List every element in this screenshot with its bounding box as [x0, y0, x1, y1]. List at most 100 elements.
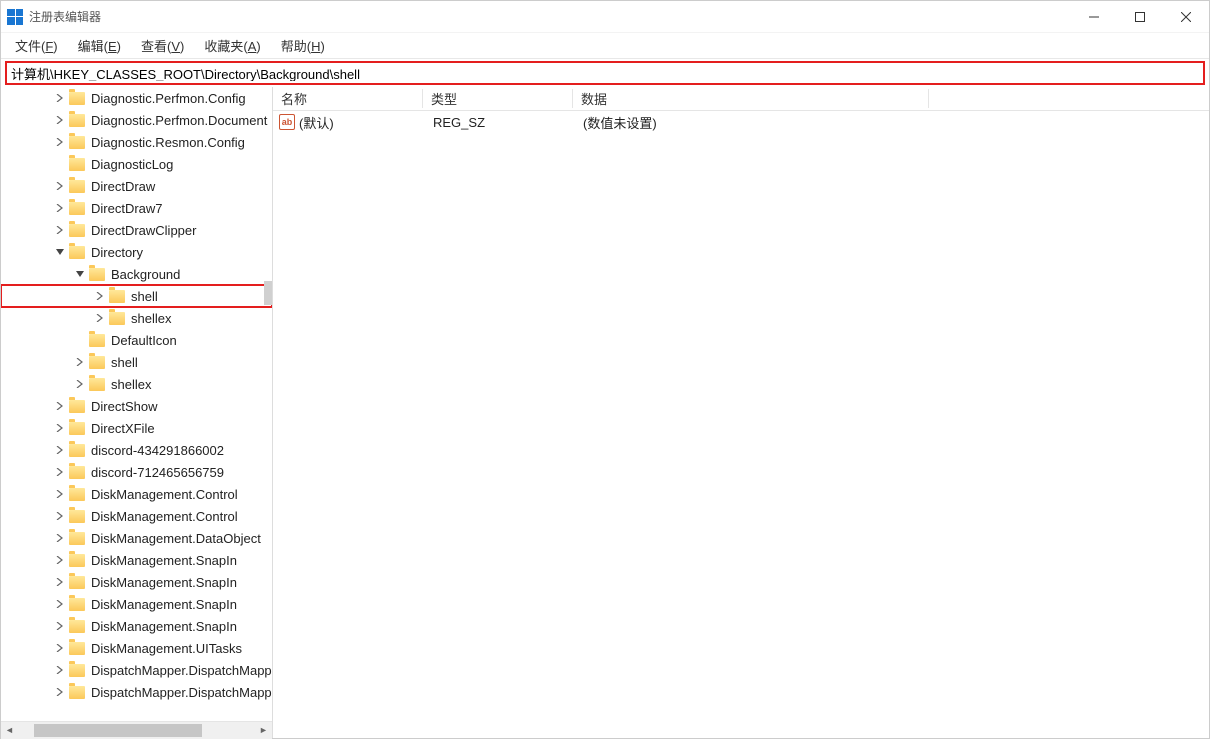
tree-item-label: shell	[111, 355, 138, 370]
chevron-right-icon[interactable]	[53, 91, 67, 105]
tree-item-diskmanagement-snapin[interactable]: DiskManagement.SnapIn	[1, 549, 272, 571]
chevron-right-icon[interactable]	[53, 641, 67, 655]
tree-item-diagnostic-perfmon-config[interactable]: Diagnostic.Perfmon.Config	[1, 87, 272, 109]
column-header-data[interactable]: 数据	[573, 89, 929, 108]
chevron-down-icon[interactable]	[73, 267, 87, 281]
chevron-right-icon[interactable]	[53, 685, 67, 699]
tree-item-diskmanagement-control[interactable]: DiskManagement.Control	[1, 505, 272, 527]
tree-item-shellex[interactable]: shellex	[1, 373, 272, 395]
values-list[interactable]: ab(默认)REG_SZ(数值未设置)	[273, 111, 1209, 738]
v-scrollbar-thumb[interactable]	[264, 281, 272, 305]
tree-item-directshow[interactable]: DirectShow	[1, 395, 272, 417]
tree-item-label: DirectDraw	[91, 179, 155, 194]
tree-item-label: DiskManagement.DataObject	[91, 531, 261, 546]
chevron-right-icon[interactable]	[53, 619, 67, 633]
tree-item-label: DiskManagement.SnapIn	[91, 597, 237, 612]
chevron-right-icon[interactable]	[53, 575, 67, 589]
folder-icon	[69, 158, 85, 171]
tree-item-diskmanagement-snapin[interactable]: DiskManagement.SnapIn	[1, 571, 272, 593]
chevron-right-icon[interactable]	[53, 531, 67, 545]
column-header-name[interactable]: 名称	[273, 89, 423, 108]
value-row[interactable]: ab(默认)REG_SZ(数值未设置)	[273, 111, 1209, 133]
address-bar[interactable]	[5, 61, 1205, 85]
tree-item-label: DiskManagement.SnapIn	[91, 619, 237, 634]
chevron-right-icon[interactable]	[73, 355, 87, 369]
tree-item-diskmanagement-snapin[interactable]: DiskManagement.SnapIn	[1, 593, 272, 615]
h-scrollbar-track[interactable]	[18, 722, 255, 739]
tree-item-dispatchmapper-dispatchmapper[interactable]: DispatchMapper.DispatchMapper	[1, 681, 272, 703]
chevron-right-icon[interactable]	[53, 399, 67, 413]
tree-item-discord-434291866002[interactable]: discord-434291866002	[1, 439, 272, 461]
chevron-right-icon[interactable]	[53, 135, 67, 149]
tree-scroll[interactable]: Diagnostic.Perfmon.Config Diagnostic.Perf…	[1, 87, 272, 721]
chevron-right-icon[interactable]	[93, 289, 107, 303]
chevron-right-icon[interactable]	[53, 597, 67, 611]
tree-item-label: DiskManagement.Control	[91, 487, 238, 502]
close-button[interactable]	[1163, 1, 1209, 33]
tree-item-directdraw7[interactable]: DirectDraw7	[1, 197, 272, 219]
chevron-right-icon[interactable]	[53, 201, 67, 215]
h-scrollbar-thumb[interactable]	[34, 724, 202, 737]
chevron-right-icon[interactable]	[53, 179, 67, 193]
tree-item-directxfile[interactable]: DirectXFile	[1, 417, 272, 439]
h-scrollbar[interactable]: ◄ ►	[1, 721, 272, 738]
main-area: Diagnostic.Perfmon.Config Diagnostic.Perf…	[1, 87, 1209, 738]
menu-favorites[interactable]: 收藏夹(A)	[196, 34, 268, 57]
value-data: (数值未设置)	[575, 113, 1209, 132]
tree-item-defaulticon[interactable]: DefaultIcon	[1, 329, 272, 351]
minimize-button[interactable]	[1071, 1, 1117, 33]
folder-icon	[69, 576, 85, 589]
tree-item-dispatchmapper-dispatchmapper[interactable]: DispatchMapper.DispatchMapper	[1, 659, 272, 681]
tree-item-background[interactable]: Background	[1, 263, 272, 285]
tree-item-diagnostic-perfmon-document[interactable]: Diagnostic.Perfmon.Document	[1, 109, 272, 131]
tree-item-diskmanagement-control[interactable]: DiskManagement.Control	[1, 483, 272, 505]
chevron-right-icon[interactable]	[53, 663, 67, 677]
column-headers: 名称 类型 数据	[273, 87, 1209, 111]
folder-icon	[69, 532, 85, 545]
tree-item-label: Diagnostic.Perfmon.Document	[91, 113, 267, 128]
column-header-type[interactable]: 类型	[423, 89, 573, 108]
address-input[interactable]	[11, 66, 1199, 81]
tree-item-shell[interactable]: shell	[1, 285, 272, 307]
tree-item-directdraw[interactable]: DirectDraw	[1, 175, 272, 197]
chevron-right-icon[interactable]	[53, 223, 67, 237]
tree-item-directory[interactable]: Directory	[1, 241, 272, 263]
tree-item-label: DirectDrawClipper	[91, 223, 196, 238]
tree-item-shellex[interactable]: shellex	[1, 307, 272, 329]
tree-item-directdrawclipper[interactable]: DirectDrawClipper	[1, 219, 272, 241]
chevron-down-icon[interactable]	[53, 245, 67, 259]
folder-icon	[69, 466, 85, 479]
scroll-right-button[interactable]: ►	[255, 722, 272, 739]
chevron-right-icon[interactable]	[53, 487, 67, 501]
folder-icon	[69, 686, 85, 699]
folder-icon	[69, 598, 85, 611]
window-title: 注册表编辑器	[29, 8, 101, 25]
chevron-right-icon[interactable]	[53, 553, 67, 567]
maximize-button[interactable]	[1117, 1, 1163, 33]
tree-item-label: DispatchMapper.DispatchMapper	[91, 685, 272, 700]
menu-file[interactable]: 文件(F)	[7, 34, 66, 57]
chevron-right-icon[interactable]	[73, 377, 87, 391]
scroll-left-button[interactable]: ◄	[1, 722, 18, 739]
menu-help[interactable]: 帮助(H)	[273, 34, 333, 57]
tree-item-label: DiskManagement.UITasks	[91, 641, 242, 656]
chevron-right-icon[interactable]	[53, 509, 67, 523]
tree-item-diagnosticlog[interactable]: DiagnosticLog	[1, 153, 272, 175]
chevron-right-icon[interactable]	[53, 443, 67, 457]
tree-item-diagnostic-resmon-config[interactable]: Diagnostic.Resmon.Config	[1, 131, 272, 153]
tree-item-shell[interactable]: shell	[1, 351, 272, 373]
tree-item-diskmanagement-snapin[interactable]: DiskManagement.SnapIn	[1, 615, 272, 637]
menu-edit[interactable]: 编辑(E)	[70, 34, 129, 57]
folder-icon	[69, 664, 85, 677]
tree-item-label: DirectShow	[91, 399, 157, 414]
chevron-right-icon[interactable]	[53, 421, 67, 435]
tree-item-label: shellex	[131, 311, 171, 326]
chevron-right-icon[interactable]	[93, 311, 107, 325]
tree-item-diskmanagement-dataobject[interactable]: DiskManagement.DataObject	[1, 527, 272, 549]
chevron-right-icon[interactable]	[53, 113, 67, 127]
chevron-right-icon[interactable]	[53, 465, 67, 479]
folder-icon	[69, 422, 85, 435]
menu-view[interactable]: 查看(V)	[133, 34, 192, 57]
tree-item-discord-712465656759[interactable]: discord-712465656759	[1, 461, 272, 483]
tree-item-diskmanagement-uitasks[interactable]: DiskManagement.UITasks	[1, 637, 272, 659]
